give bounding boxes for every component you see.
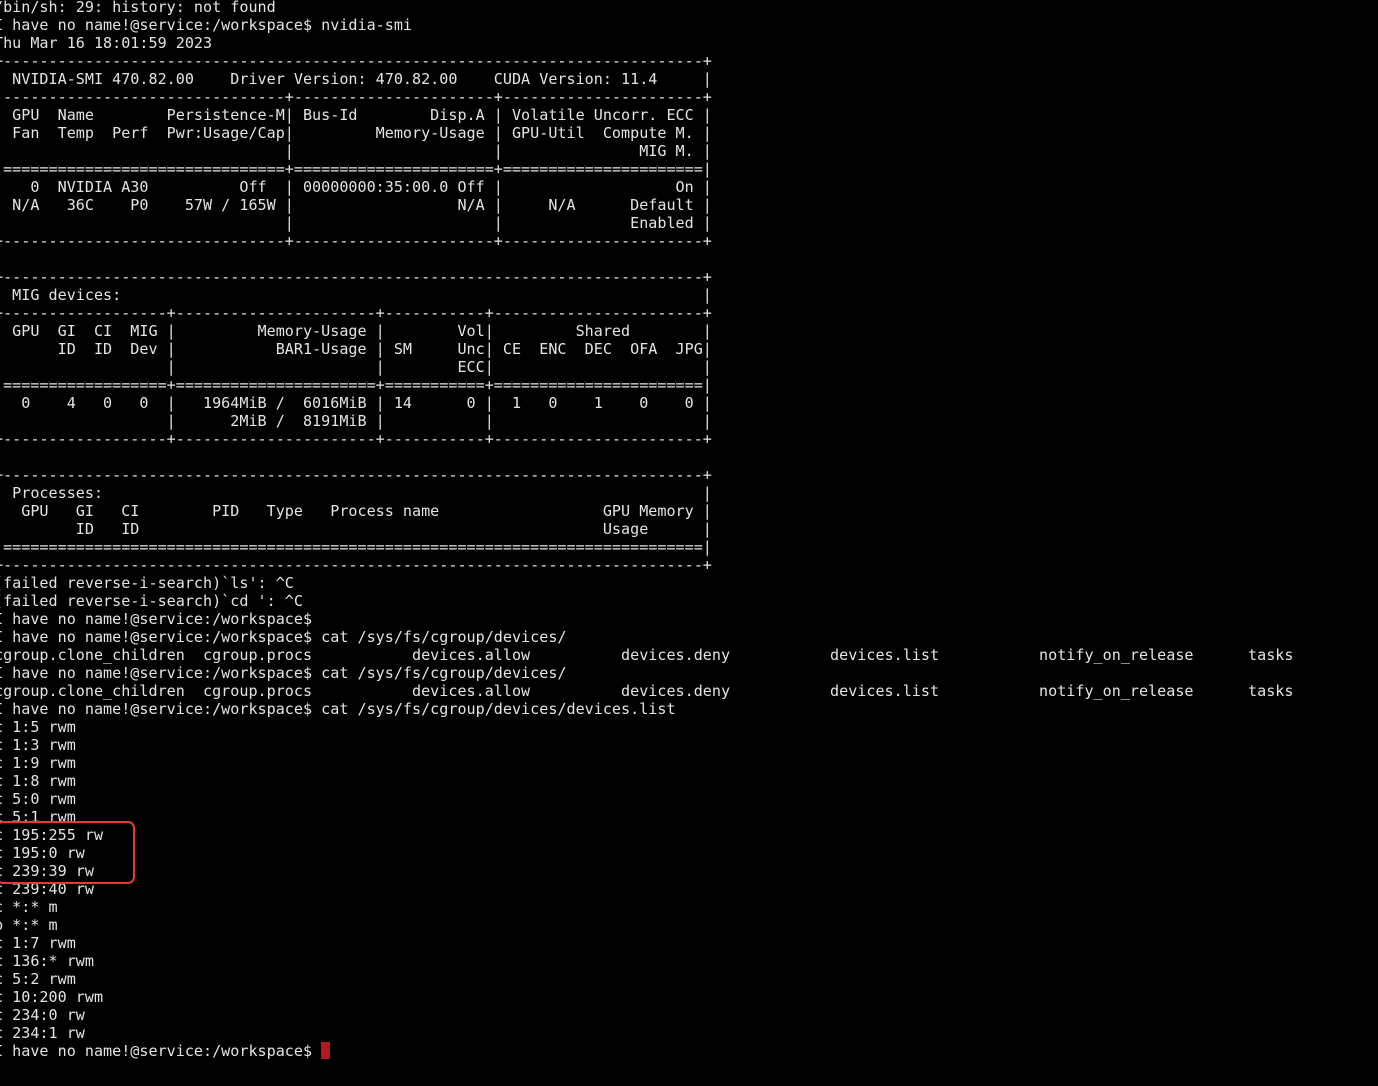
text-cursor bbox=[321, 1042, 331, 1059]
terminal-line: c 195:255 rw bbox=[0, 826, 104, 844]
terminal-line: Thu Mar 16 18:01:59 2023 bbox=[0, 34, 213, 52]
terminal-line: |=======================================… bbox=[0, 538, 712, 556]
terminal-line: c 234:0 rw bbox=[0, 1006, 85, 1024]
terminal-line: (failed reverse-i-search)`cd ': ^C bbox=[0, 592, 303, 610]
terminal-line: | | | ECC| | bbox=[0, 358, 712, 376]
terminal-line: | GPU GI CI PID Type Process name GPU Me… bbox=[0, 502, 712, 520]
terminal-line: |==================+====================… bbox=[0, 376, 712, 394]
terminal-line: I have no name!@service:/workspace$ cat … bbox=[0, 628, 567, 646]
terminal-line: c 5:0 rwm bbox=[0, 790, 76, 808]
terminal-line: | MIG devices: | bbox=[0, 286, 712, 304]
terminal-line: | 0 NVIDIA A30 Off | 00000000:35:00.0 Of… bbox=[0, 178, 712, 196]
terminal-line: c *:* m bbox=[0, 898, 58, 916]
terminal-line: |-------------------------------+-------… bbox=[0, 88, 712, 106]
terminal-line: cgroup.clone_children cgroup.procs devic… bbox=[0, 682, 1294, 700]
terminal-line: c 1:7 rwm bbox=[0, 934, 76, 952]
terminal-line: c 239:39 rw bbox=[0, 862, 94, 880]
terminal-line: c 195:0 rw bbox=[0, 844, 85, 862]
terminal-line: I have no name!@service:/workspace$ nvid… bbox=[0, 16, 413, 34]
terminal-line: | GPU Name Persistence-M| Bus-Id Disp.A … bbox=[0, 106, 712, 124]
terminal-line: c 10:200 rwm bbox=[0, 988, 104, 1006]
terminal-line: +---------------------------------------… bbox=[0, 466, 712, 484]
terminal-line: c 239:40 rw bbox=[0, 880, 94, 898]
terminal-line: | NVIDIA-SMI 470.82.00 Driver Version: 4… bbox=[0, 70, 712, 88]
terminal-output: /bin/sh: 29: history: not found I have no… bbox=[0, 0, 1293, 1060]
terminal-line: | | 2MiB / 8191MiB | | | bbox=[0, 412, 712, 430]
terminal-line: | 0 4 0 0 | 1964MiB / 6016MiB | 14 0 | 1… bbox=[0, 394, 712, 412]
terminal-line: | ID ID Dev | BAR1-Usage | SM Unc| CE EN… bbox=[0, 340, 712, 358]
terminal-line: c 136:* rwm bbox=[0, 952, 94, 970]
terminal-line: |===============================+=======… bbox=[0, 160, 712, 178]
terminal-line: +---------------------------------------… bbox=[0, 268, 712, 286]
terminal-line: c 1:9 rwm bbox=[0, 754, 76, 772]
terminal-line: +---------------------------------------… bbox=[0, 52, 712, 70]
terminal-line: I have no name!@service:/workspace$ cat … bbox=[0, 664, 567, 682]
terminal-line: +------------------+--------------------… bbox=[0, 304, 712, 322]
terminal-line: c 1:3 rwm bbox=[0, 736, 76, 754]
terminal-line: +-------------------------------+-------… bbox=[0, 232, 712, 250]
terminal-line: | N/A 36C P0 57W / 165W | N/A | N/A Defa… bbox=[0, 196, 712, 214]
terminal-line: /bin/sh: 29: history: not found bbox=[0, 0, 276, 16]
terminal-line: c 234:1 rw bbox=[0, 1024, 85, 1042]
terminal-line: c 1:8 rwm bbox=[0, 772, 76, 790]
terminal-line: | | | MIG M. | bbox=[0, 142, 712, 160]
terminal-line: | Fan Temp Perf Pwr:Usage/Cap| Memory-Us… bbox=[0, 124, 712, 142]
terminal-line: | Processes: | bbox=[0, 484, 712, 502]
terminal-line: (failed reverse-i-search)`ls': ^C bbox=[0, 574, 294, 592]
terminal-prompt-line[interactable]: I have no name!@service:/workspace$ bbox=[0, 1042, 1293, 1060]
terminal-window[interactable]: /bin/sh: 29: history: not found I have no… bbox=[0, 0, 1378, 1086]
terminal-line: c 1:5 rwm bbox=[0, 718, 76, 736]
terminal-line: | ID ID Usage | bbox=[0, 520, 712, 538]
terminal-line: b *:* m bbox=[0, 916, 58, 934]
terminal-line: | | | Enabled | bbox=[0, 214, 712, 232]
terminal-line: +------------------+--------------------… bbox=[0, 430, 712, 448]
terminal-line: | GPU GI CI MIG | Memory-Usage | Vol| Sh… bbox=[0, 322, 712, 340]
terminal-line: c 5:2 rwm bbox=[0, 970, 76, 988]
terminal-line: I have no name!@service:/workspace$ bbox=[0, 610, 313, 628]
terminal-line: +---------------------------------------… bbox=[0, 556, 712, 574]
terminal-line: cgroup.clone_children cgroup.procs devic… bbox=[0, 646, 1294, 664]
terminal-line: I have no name!@service:/workspace$ cat … bbox=[0, 700, 676, 718]
terminal-line: c 5:1 rwm bbox=[0, 808, 76, 826]
